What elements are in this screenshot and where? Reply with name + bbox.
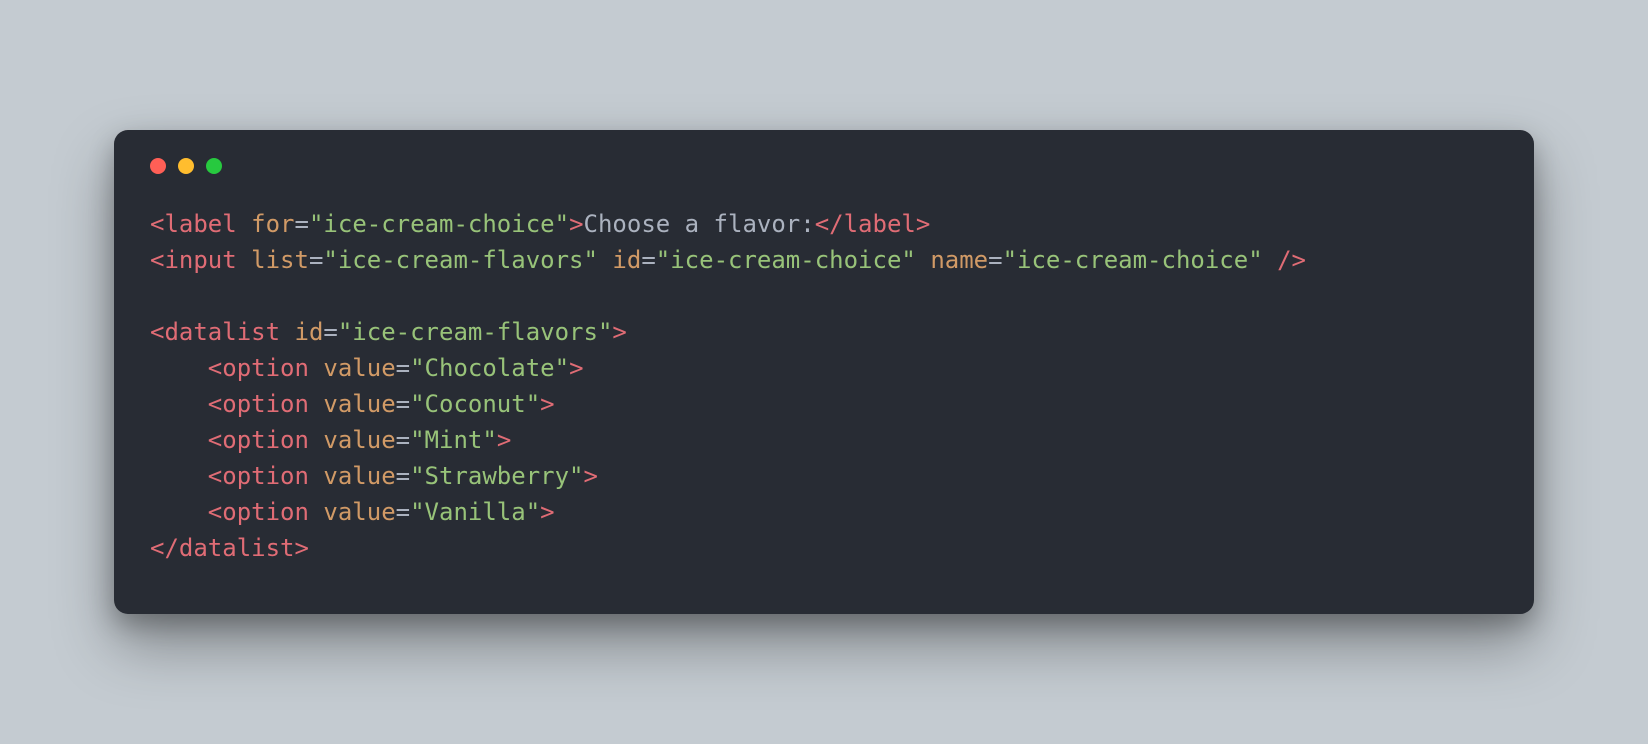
code-line-7: <option value="Strawberry"> (150, 462, 598, 490)
tag-option-open: <option (208, 354, 309, 382)
code-line-6: <option value="Mint"> (150, 426, 511, 454)
val-chocolate: "Chocolate" (410, 354, 569, 382)
val-strawberry: "Strawberry" (410, 462, 583, 490)
close-icon[interactable] (150, 158, 166, 174)
code-line-9: </datalist> (150, 534, 309, 562)
zoom-icon[interactable] (206, 158, 222, 174)
attr-id: id (295, 318, 324, 346)
attr-list: list (251, 246, 309, 274)
val-id: "ice-cream-choice" (656, 246, 916, 274)
attr-value: value (323, 390, 395, 418)
val-mint: "Mint" (410, 426, 497, 454)
tag-option-open: <option (208, 426, 309, 454)
tag-input-open: <input (150, 246, 237, 274)
attr-name: name (930, 246, 988, 274)
tag-label-open: <label (150, 210, 237, 238)
attr-value: value (323, 462, 395, 490)
tag-datalist-close: </datalist> (150, 534, 309, 562)
attr-value: value (323, 498, 395, 526)
code-line-5: <option value="Coconut"> (150, 390, 555, 418)
val-coconut: "Coconut" (410, 390, 540, 418)
window-traffic-lights (150, 158, 1498, 174)
code-line-8: <option value="Vanilla"> (150, 498, 555, 526)
val-name: "ice-cream-choice" (1003, 246, 1263, 274)
code-window: <label for="ice-cream-choice">Choose a f… (114, 130, 1534, 614)
minimize-icon[interactable] (178, 158, 194, 174)
tag-option-open: <option (208, 390, 309, 418)
val-list: "ice-cream-flavors" (323, 246, 598, 274)
tag-label-close: </label> (815, 210, 931, 238)
tag-datalist-open: <datalist (150, 318, 280, 346)
tag-option-open: <option (208, 462, 309, 490)
code-line-1: <label for="ice-cream-choice">Choose a f… (150, 210, 930, 238)
tag-option-open: <option (208, 498, 309, 526)
attr-for: for (251, 210, 294, 238)
val-for: "ice-cream-choice" (309, 210, 569, 238)
code-block: <label for="ice-cream-choice">Choose a f… (150, 206, 1498, 566)
val-vanilla: "Vanilla" (410, 498, 540, 526)
attr-id: id (612, 246, 641, 274)
code-line-2: <input list="ice-cream-flavors" id="ice-… (150, 246, 1306, 274)
code-line-4: <option value="Chocolate"> (150, 354, 584, 382)
val-id: "ice-cream-flavors" (338, 318, 613, 346)
attr-value: value (323, 426, 395, 454)
attr-value: value (323, 354, 395, 382)
code-line-3: <datalist id="ice-cream-flavors"> (150, 318, 627, 346)
label-text: Choose a flavor: (584, 210, 815, 238)
